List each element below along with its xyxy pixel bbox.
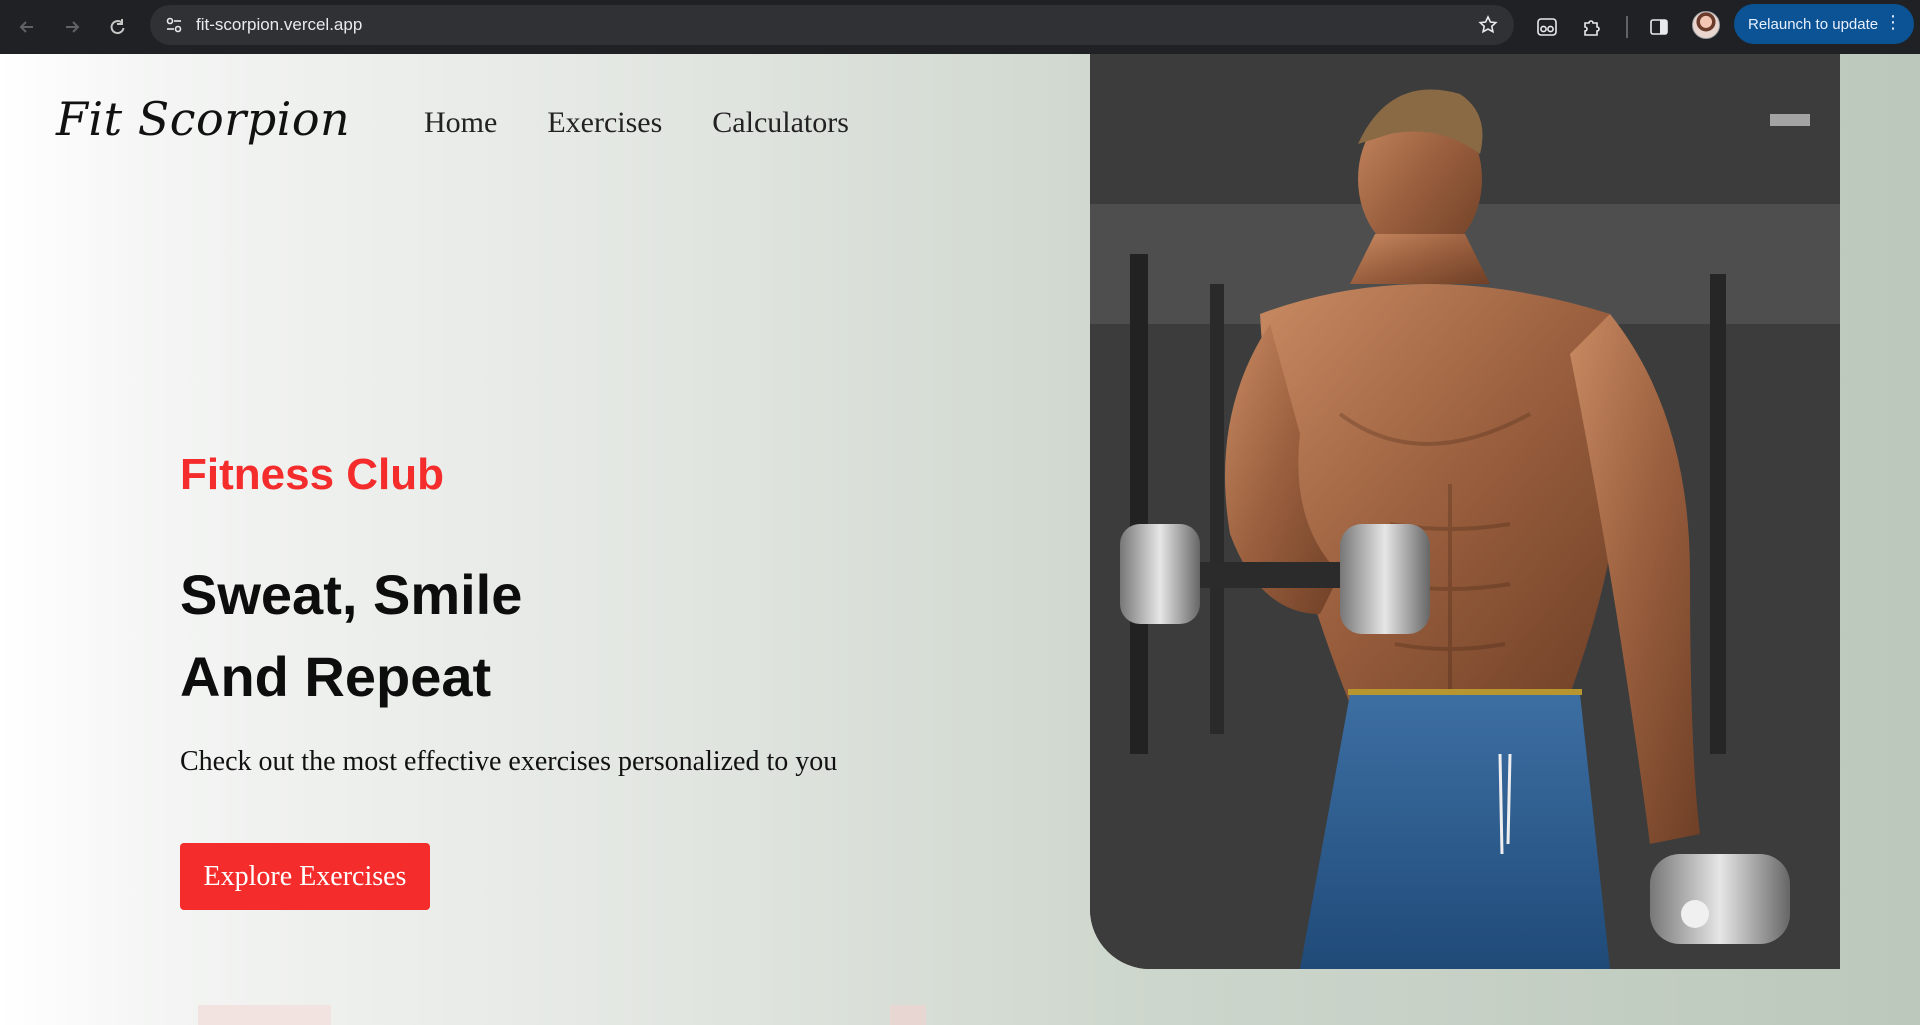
back-arrow-icon[interactable]	[12, 12, 42, 42]
kebab-menu-icon[interactable]: ⋮	[1884, 14, 1902, 32]
site-logo[interactable]: Fit Scorpion	[56, 92, 350, 146]
forward-arrow-icon[interactable]	[57, 12, 87, 42]
hero-headline-line-2: And Repeat	[180, 645, 492, 708]
relaunch-button[interactable]: Relaunch to update ⋮	[1734, 4, 1914, 44]
browser-toolbar: fit-scorpion.vercel.app Relaunch to upda…	[0, 0, 1920, 54]
tune-icon[interactable]	[162, 13, 186, 37]
star-icon[interactable]	[1476, 13, 1500, 37]
url-text[interactable]: fit-scorpion.vercel.app	[196, 15, 362, 35]
avatar[interactable]	[1692, 11, 1720, 39]
hero-eyebrow: Fitness Club	[180, 450, 445, 499]
hero-headline: Sweat, Smile And Repeat	[180, 554, 522, 718]
reload-icon[interactable]	[102, 12, 132, 42]
nav-link-home[interactable]: Home	[424, 106, 497, 140]
glasses-icon[interactable]	[1532, 12, 1562, 42]
explore-exercises-button[interactable]: Explore Exercises	[180, 843, 430, 910]
toolbar-divider	[1626, 16, 1628, 38]
nav-link-calculators[interactable]: Calculators	[712, 106, 849, 140]
page-content: Fit Scorpion Home Exercises Calculators …	[0, 54, 1920, 1025]
hero-headline-line-1: Sweat, Smile	[180, 563, 523, 626]
decorative-block	[198, 1005, 331, 1025]
decorative-block	[890, 1005, 926, 1025]
main-nav: Home Exercises Calculators	[424, 106, 849, 140]
hero-bodybuilder-image	[1090, 54, 1840, 969]
puzzle-icon[interactable]	[1577, 12, 1607, 42]
hero-subtitle: Check out the most effective exercises p…	[180, 746, 838, 777]
side-panel-icon[interactable]	[1644, 12, 1674, 42]
relaunch-label: Relaunch to update	[1748, 15, 1879, 33]
nav-link-exercises[interactable]: Exercises	[547, 106, 662, 140]
address-bar[interactable]: fit-scorpion.vercel.app	[150, 5, 1514, 45]
